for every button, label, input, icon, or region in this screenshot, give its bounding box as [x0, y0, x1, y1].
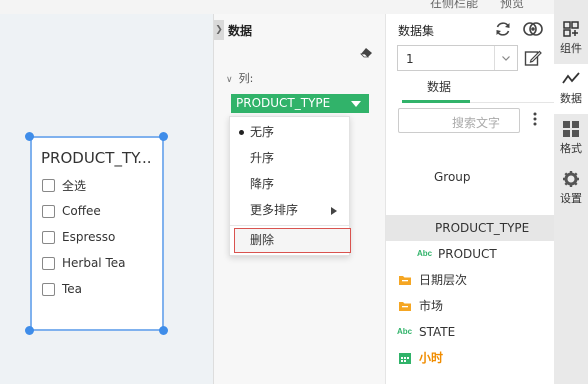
filter-option-label: Tea [62, 282, 83, 296]
caret-down-icon[interactable] [351, 101, 361, 107]
toolbar-text-right[interactable]: 预览 [500, 0, 524, 11]
filter-option-coffee[interactable]: Coffee [42, 202, 101, 220]
refresh-icon[interactable] [494, 20, 512, 38]
menu-item-label: 更多排序 [250, 203, 299, 217]
sidebar-item-label: 组件 [560, 42, 582, 55]
search-placeholder: 搜索文字 [452, 116, 501, 130]
menu-item-descending[interactable]: 降序 [230, 171, 349, 197]
components-icon [563, 21, 579, 37]
folder-icon [399, 302, 411, 311]
field-pill-label: PRODUCT_TYPE [236, 96, 331, 110]
columns-label-text: 列: [238, 72, 254, 85]
top-toolbar-strip: 在侧栏能 预览 [0, 0, 588, 14]
toolbar-text-left: 在侧栏能 [430, 0, 479, 10]
menu-item-no-sort[interactable]: 无序 [230, 119, 349, 145]
text-field-icon: Abc [417, 249, 433, 258]
tree-item-label: 市场 [419, 299, 444, 313]
tree-item-group[interactable]: Group [386, 164, 554, 190]
filter-option-label: 全选 [62, 178, 87, 193]
search-input[interactable]: 搜索文字 [398, 108, 520, 133]
menu-item-label: 无序 [250, 125, 275, 139]
menu-item-delete[interactable]: 删除 [234, 228, 351, 253]
text-field-icon: Abc [397, 327, 413, 336]
checkbox[interactable] [42, 230, 55, 244]
eraser-icon[interactable] [360, 48, 372, 58]
checkbox[interactable] [42, 282, 55, 296]
tab-data[interactable]: 数据 [408, 78, 470, 95]
selected-bullet-icon [239, 130, 244, 135]
more-options-icon[interactable] [533, 112, 537, 126]
filter-option-all[interactable]: 全选 [42, 176, 86, 194]
dataset-panel: 数据集 1 数据 搜索文字 Group PRODUCT_TYPE Abc PRO… [385, 14, 555, 384]
dataset-link-icon[interactable] [523, 20, 543, 38]
resize-handle-bottom-right[interactable] [159, 326, 168, 335]
sidebar-item-label: 数据 [560, 92, 582, 105]
line-chart-icon [562, 72, 580, 84]
chevron-down-icon[interactable] [502, 56, 510, 61]
checkbox[interactable] [42, 256, 55, 270]
tree-item-label: 小时 [419, 351, 444, 365]
resize-handle-top-right[interactable] [159, 132, 168, 141]
sort-dropdown-menu: 无序 升序 降序 更多排序 删除 [229, 116, 351, 256]
sidebar-item-label: 设置 [560, 192, 582, 205]
filter-option-tea[interactable]: Tea [42, 280, 82, 298]
sidebar-item-settings[interactable]: 设置 [554, 170, 588, 206]
filter-option-label: Espresso [62, 230, 116, 244]
menu-item-label: 降序 [250, 177, 275, 191]
filter-title: PRODUCT_TY... [41, 149, 152, 167]
filter-option-label: Herbal Tea [62, 256, 126, 270]
dataset-select[interactable]: 1 [397, 45, 518, 71]
format-icon [563, 121, 579, 137]
chevron-down-icon[interactable]: ∨ [226, 75, 233, 85]
columns-label: ∨ 列: [226, 70, 253, 86]
right-sidebar: 组件 数据 格式 设置 [554, 0, 588, 384]
select-divider [494, 46, 495, 70]
dataset-title: 数据集 [398, 24, 435, 38]
menu-item-more-sort[interactable]: 更多排序 [230, 197, 349, 223]
filter-option-herbal-tea[interactable]: Herbal Tea [42, 254, 126, 272]
dataset-select-value: 1 [406, 52, 414, 66]
menu-item-label: 删除 [250, 233, 275, 247]
active-tab-underline [402, 100, 470, 103]
filter-component[interactable]: PRODUCT_TY... 全选 Coffee Espresso Herbal … [30, 136, 164, 331]
sidebar-item-label: 格式 [560, 142, 582, 155]
sidebar-item-format[interactable]: 格式 [554, 120, 588, 156]
submenu-arrow-icon [331, 207, 337, 215]
resize-handle-bottom-left[interactable] [25, 326, 34, 335]
tree-item-product-type[interactable]: PRODUCT_TYPE [386, 215, 554, 241]
tree-item-date-hierarchy[interactable]: 日期层次 [386, 267, 554, 293]
checkbox[interactable] [42, 178, 55, 192]
edit-icon[interactable] [524, 49, 542, 67]
resize-handle-top-left[interactable] [25, 132, 34, 141]
tree-item-label: 日期层次 [419, 273, 468, 287]
checkbox[interactable] [42, 204, 55, 218]
tree-item-label: PRODUCT [438, 247, 497, 261]
sidebar-item-data[interactable]: 数据 [554, 64, 588, 114]
tab-divider [470, 102, 555, 103]
tree-item-hour[interactable]: 小时 [386, 345, 554, 371]
menu-item-label: 升序 [250, 151, 275, 165]
tree-item-label: PRODUCT_TYPE [435, 221, 530, 235]
tree-item-label: STATE [419, 325, 456, 339]
menu-divider [230, 225, 349, 226]
gear-icon [563, 171, 579, 187]
sidebar-item-components[interactable]: 组件 [554, 20, 588, 56]
tree-item-product[interactable]: Abc PRODUCT [386, 241, 554, 267]
calendar-icon [399, 353, 411, 364]
folder-icon [399, 276, 411, 285]
filter-option-label: Coffee [62, 204, 101, 218]
menu-item-ascending[interactable]: 升序 [230, 145, 349, 171]
field-pill-product-type[interactable]: PRODUCT_TYPE [231, 94, 369, 113]
tree-item-market[interactable]: 市场 [386, 293, 554, 319]
tree-item-state[interactable]: Abc STATE [386, 319, 554, 345]
filter-option-espresso[interactable]: Espresso [42, 228, 115, 246]
tree-item-label: Group [434, 170, 471, 184]
collapse-chevron-icon[interactable]: ❯ [214, 20, 224, 40]
data-panel-title: 数据 [228, 24, 253, 38]
